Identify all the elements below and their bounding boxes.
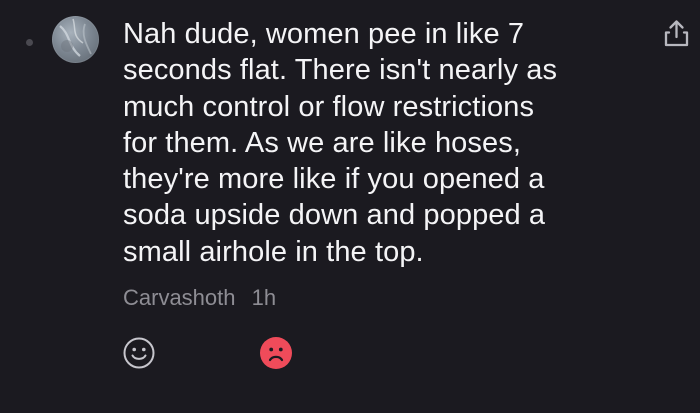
author-name[interactable]: Carvashoth — [123, 285, 236, 310]
thread-dot — [26, 39, 33, 46]
comment-meta: Carvashoth 1h — [123, 283, 276, 313]
comment-text-line: they're more like if you opened a — [123, 163, 545, 196]
smiley-face-icon[interactable] — [122, 336, 156, 370]
share-icon[interactable] — [663, 19, 690, 48]
comment-text-line: soda upside down and popped a — [123, 199, 546, 232]
comment: Nah dude, women pee in like 7 seconds fl… — [0, 0, 700, 413]
comment-text: Nah dude, women pee in like 7 seconds fl… — [123, 16, 623, 270]
comment-text-line: for them. As we are like hoses, — [123, 126, 521, 159]
avatar[interactable] — [52, 16, 99, 63]
timestamp: 1h — [251, 285, 277, 310]
comment-text-line: much control or flow restrictions — [123, 90, 535, 123]
sad-face-icon[interactable] — [259, 336, 293, 370]
comment-text-line: seconds flat. There isn't nearly as — [123, 54, 558, 87]
comment-text-line: Nah dude, women pee in like 7 — [123, 18, 525, 50]
comment-text-line: small airhole in the top. — [123, 235, 424, 268]
